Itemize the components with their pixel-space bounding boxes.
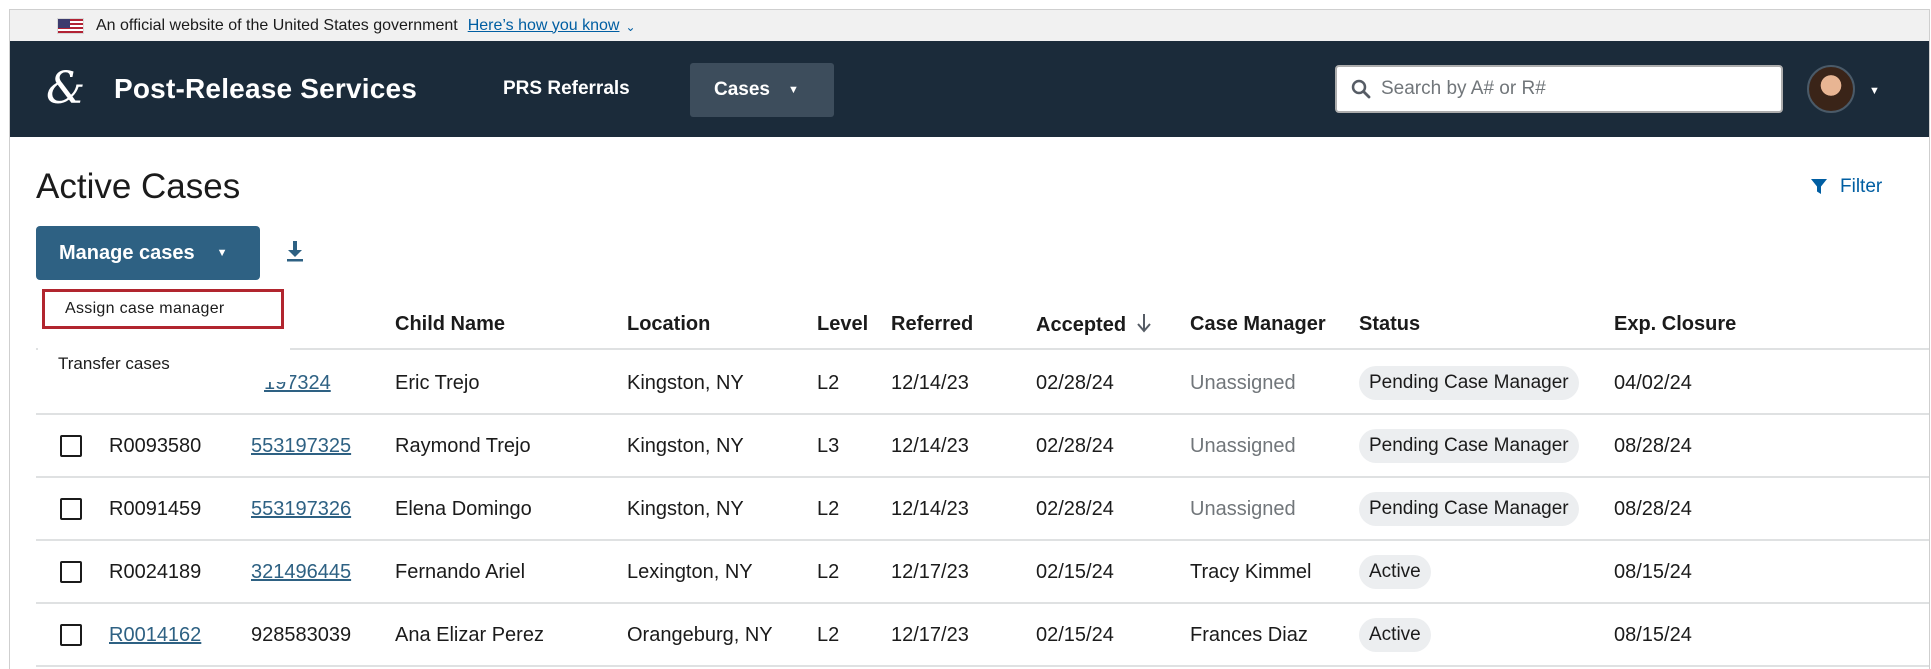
column-header-referred[interactable]: Referred (891, 313, 973, 336)
cell-exp-closure: 08/28/24 (1614, 498, 1692, 520)
search-input[interactable] (1381, 78, 1761, 100)
row-checkbox[interactable] (60, 498, 82, 520)
cell-accepted: 02/28/24 (1036, 498, 1114, 520)
cell-location: Lexington, NY (627, 561, 753, 583)
cell-child-name: Raymond Trejo (395, 435, 531, 457)
download-icon (287, 241, 303, 262)
cell-accepted: 02/15/24 (1036, 561, 1114, 583)
table-row: R0024189 321496445 Fernando Ariel Lexington… (36, 541, 1929, 604)
cell-level: L2 (817, 624, 840, 646)
caret-down-icon[interactable]: ▼ (1869, 85, 1880, 97)
cell-level: L2 (817, 498, 840, 520)
manage-cases-button[interactable]: Manage cases ▼ (36, 226, 260, 280)
cell-level: L2 (817, 372, 840, 394)
filter-label: Filter (1840, 176, 1883, 197)
cell-exp-closure: 08/15/24 (1614, 624, 1692, 646)
cell-child-name: Fernando Ariel (395, 561, 526, 583)
cell-accepted: 02/15/24 (1036, 624, 1114, 646)
cell-referred: 12/14/23 (891, 372, 969, 394)
status-badge: Pending Case Manager (1359, 429, 1579, 463)
nav-prs-referrals[interactable]: PRS Referrals (503, 41, 630, 137)
table-row: 197324 Eric Trejo Kingston, NY L2 12/14/23 02… (36, 352, 1929, 415)
column-header-status[interactable]: Status (1359, 313, 1420, 336)
row-checkbox[interactable] (60, 561, 82, 583)
arrow-down-icon (1137, 314, 1151, 333)
manage-cases-menu: Assign case manager Transfer cases (38, 286, 290, 382)
cell-a-number[interactable]: 553197326 (251, 498, 351, 521)
cell-r-number[interactable]: R0014162 (109, 624, 201, 647)
caret-down-icon: ▼ (788, 84, 799, 96)
cell-referred: 12/14/23 (891, 435, 969, 457)
status-badge: Active (1359, 618, 1431, 652)
cell-case-manager: Unassigned (1190, 498, 1296, 520)
status-badge: Active (1359, 555, 1431, 589)
cell-child-name: Elena Domingo (395, 498, 532, 520)
gov-banner-text: An official website of the United States… (96, 16, 458, 34)
cell-referred: 12/17/23 (891, 624, 969, 646)
cell-referred: 12/14/23 (891, 498, 969, 520)
cell-case-manager: Frances Diaz (1190, 624, 1308, 646)
cell-location: Kingston, NY (627, 372, 744, 394)
cell-a-number[interactable]: 553197325 (251, 435, 351, 458)
gov-banner-link[interactable]: Here’s how you know (468, 17, 620, 35)
cell-a-number[interactable]: 321496445 (251, 561, 351, 584)
cell-level: L3 (817, 435, 840, 457)
us-flag-icon (57, 17, 84, 34)
ampersand-logo[interactable]: & (46, 65, 94, 113)
cell-case-manager: Unassigned (1190, 435, 1296, 457)
avatar[interactable] (1807, 65, 1855, 113)
table-header: Child Name Location Level Referred Accep… (36, 298, 1929, 350)
cell-child-name: Eric Trejo (395, 372, 480, 394)
app-header: & Post-Release Services PRS Referrals Ca… (10, 41, 1929, 137)
app-frame: An official website of the United States… (9, 9, 1930, 669)
column-header-location[interactable]: Location (627, 313, 710, 336)
menu-item-transfer-cases[interactable]: Transfer cases (38, 344, 290, 384)
cell-location: Kingston, NY (627, 498, 744, 520)
filter-button[interactable]: Filter (1810, 176, 1882, 198)
cell-case-manager: Unassigned (1190, 372, 1296, 394)
page-title: Active Cases (36, 167, 241, 206)
filter-icon (1811, 179, 1827, 194)
row-checkbox[interactable] (60, 624, 82, 646)
gov-banner: An official website of the United States… (10, 10, 1929, 41)
menu-item-assign-case-manager[interactable]: Assign case manager (42, 289, 284, 329)
column-header-case-manager[interactable]: Case Manager (1190, 313, 1326, 336)
cell-exp-closure: 04/02/24 (1614, 372, 1692, 394)
cell-child-name: Ana Elizar Perez (395, 624, 544, 646)
status-badge: Pending Case Manager (1359, 366, 1579, 400)
column-header-child-name[interactable]: Child Name (395, 313, 505, 336)
cell-exp-closure: 08/15/24 (1614, 561, 1692, 583)
cell-accepted: 02/28/24 (1036, 372, 1114, 394)
manage-cases-label: Manage cases (59, 241, 195, 264)
search-box[interactable] (1335, 65, 1783, 113)
cell-level: L2 (817, 561, 840, 583)
cell-case-manager: Tracy Kimmel (1190, 561, 1312, 583)
nav-cases-menu[interactable]: Cases ▼ (690, 63, 834, 117)
cell-r-number: R0091459 (109, 498, 202, 520)
chevron-down-icon[interactable]: ⌄ (625, 20, 635, 34)
brand-title[interactable]: Post-Release Services (114, 41, 417, 137)
cell-r-number: R0093580 (109, 435, 202, 457)
column-header-accepted-label: Accepted (1036, 314, 1127, 336)
cell-a-number: 928583039 (251, 624, 352, 646)
caret-down-icon: ▼ (216, 247, 228, 259)
table-row: R0091459 553197326 Elena Domingo Kingston, … (36, 478, 1929, 541)
row-checkbox[interactable] (60, 435, 82, 457)
column-header-exp-closure[interactable]: Exp. Closure (1614, 313, 1736, 336)
status-badge: Pending Case Manager (1359, 492, 1579, 526)
cell-location: Kingston, NY (627, 435, 744, 457)
cell-referred: 12/17/23 (891, 561, 969, 583)
nav-cases-label: Cases (714, 79, 770, 100)
column-header-accepted[interactable]: Accepted (1036, 313, 1152, 337)
table-row: R0093580 553197325 Raymond Trejo Kingston, … (36, 415, 1929, 478)
column-header-level[interactable]: Level (817, 313, 868, 336)
download-button[interactable] (286, 240, 304, 267)
cell-r-number: R0024189 (109, 561, 202, 583)
cell-exp-closure: 08/28/24 (1614, 435, 1692, 457)
cell-accepted: 02/28/24 (1036, 435, 1114, 457)
table-row: R0014162 928583039 Ana Elizar Perez Orangeb… (36, 604, 1929, 667)
cell-location: Orangeburg, NY (627, 624, 773, 646)
search-icon (1351, 79, 1371, 99)
